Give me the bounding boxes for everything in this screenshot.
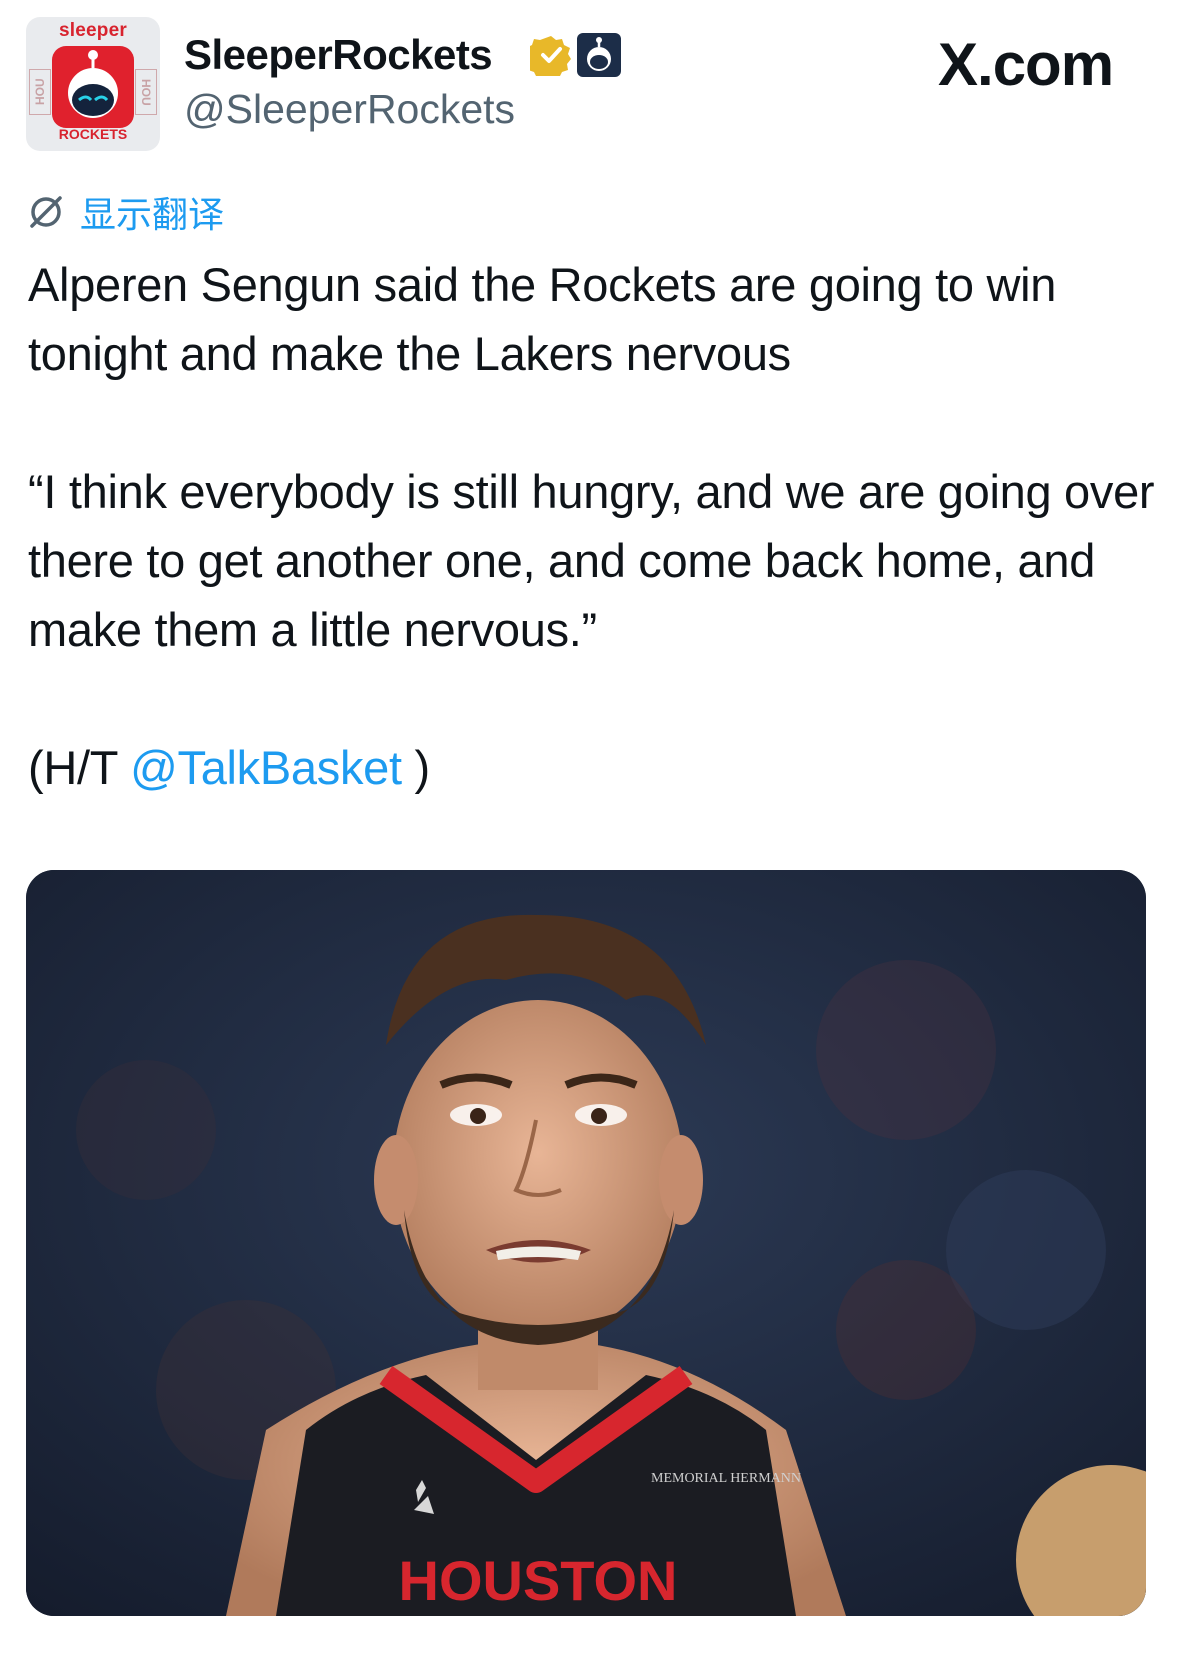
- mention-link-talkbasket[interactable]: @TalkBasket: [130, 741, 402, 794]
- hat-tip-suffix: ): [401, 741, 431, 794]
- tweet-paragraph-main: Alperen Sengun said the Rockets are goin…: [28, 258, 1057, 380]
- tweet-text: Alperen Sengun said the Rockets are goin…: [28, 250, 1163, 802]
- hat-tip-prefix: (H/T: [28, 741, 131, 794]
- avatar[interactable]: sleeper HOU HOU ROCKETS: [26, 17, 160, 151]
- show-translation-button[interactable]: 显示翻译: [26, 190, 224, 235]
- jersey-text: HOUSTON: [399, 1549, 678, 1612]
- verified-badge-icon: [530, 36, 571, 76]
- affiliate-badge-icon: [577, 33, 621, 77]
- user-handle[interactable]: @SleeperRockets: [184, 86, 515, 133]
- display-name[interactable]: SleeperRockets: [184, 31, 493, 79]
- avatar-brand-text: sleeper: [59, 20, 127, 41]
- jersey-sponsor: MEMORIAL HERMANN: [651, 1471, 801, 1486]
- tweet-photo[interactable]: HOUSTON MEMORIAL HERMANN: [26, 870, 1146, 1616]
- avatar-side-text-left: HOU: [29, 69, 51, 115]
- tweet-paragraph-hat-tip: (H/T @TalkBasket ): [28, 733, 1163, 802]
- site-logo: X.com: [938, 31, 1114, 98]
- show-translation-label: 显示翻译: [80, 194, 225, 235]
- player-photo: HOUSTON MEMORIAL HERMANN: [26, 870, 1146, 1616]
- avatar-side-text-right: HOU: [135, 69, 157, 115]
- avatar-team-text: ROCKETS: [58, 126, 128, 142]
- translate-icon: [30, 196, 62, 228]
- tweet-paragraph-quote: “I think everybody is still hungry, and …: [28, 465, 1155, 656]
- rockets-mascot-logo: [52, 46, 134, 128]
